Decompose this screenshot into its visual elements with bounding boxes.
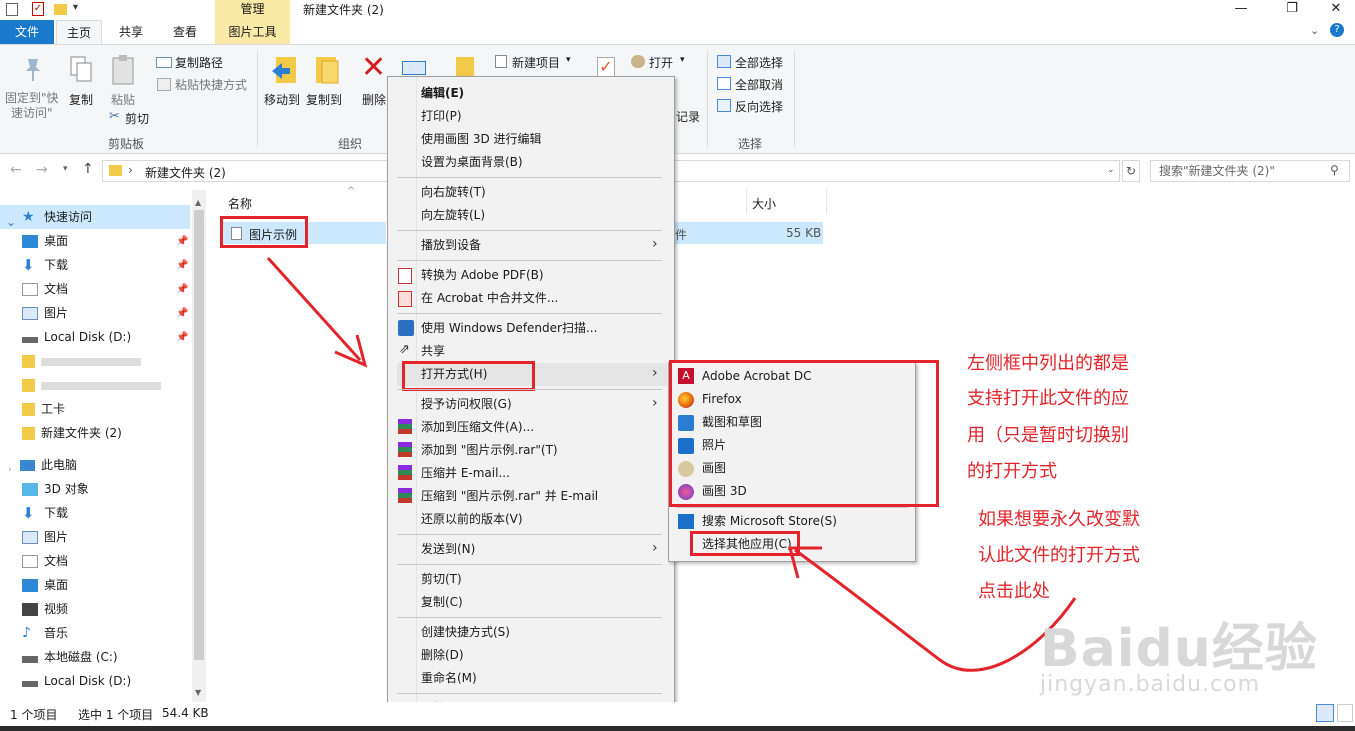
status-selected-count: 选中 1 个项目	[78, 708, 154, 722]
status-item-count: 1 个项目	[10, 708, 58, 722]
taskbar-edge	[0, 726, 1355, 731]
details-view-icon[interactable]	[1316, 704, 1334, 722]
watermark-url: jingyan.baidu.com	[1040, 672, 1261, 697]
large-icons-view-icon[interactable]	[1337, 704, 1353, 722]
watermark-logo: Baidu经验	[1040, 619, 1318, 679]
status-selected-size: 54.4 KB	[162, 706, 209, 720]
